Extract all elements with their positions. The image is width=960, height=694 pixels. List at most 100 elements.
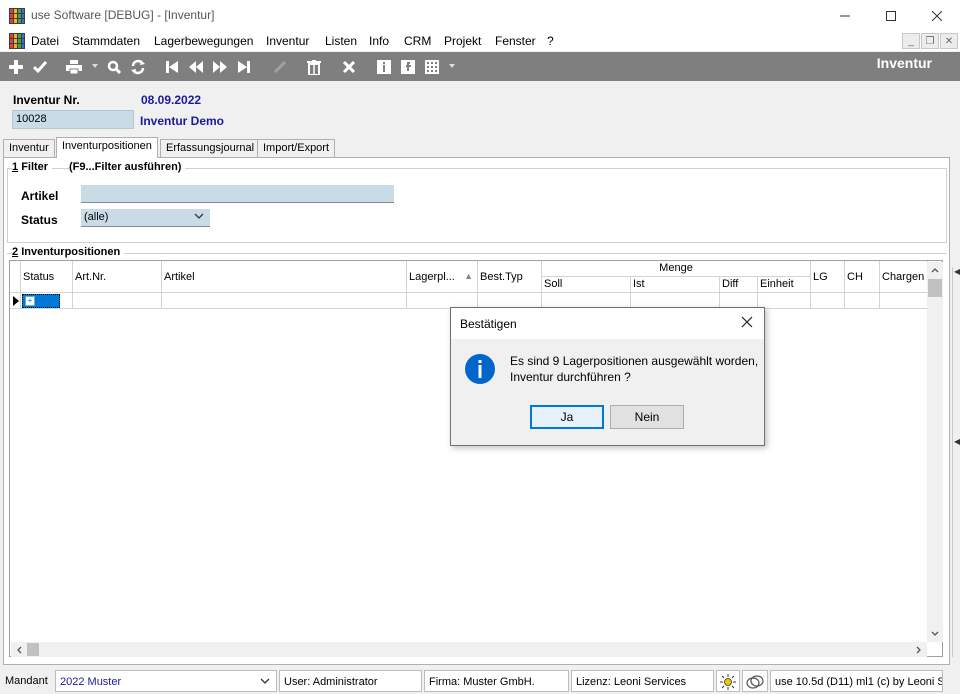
dialog-close-icon[interactable] [741,316,753,331]
menu-lagerbewegungen[interactable]: Lagerbewegungen [154,34,253,48]
column-ch[interactable]: CH [845,261,880,293]
menu-projekt[interactable]: Projekt [444,34,481,48]
cancel-icon[interactable] [339,57,359,77]
previous-record-icon[interactable] [186,57,206,77]
scroll-right-icon[interactable] [911,642,927,657]
maximize-icon[interactable] [868,0,914,31]
menu-stammdaten[interactable]: Stammdaten [72,34,140,48]
info-circle-icon [465,354,495,384]
chevron-down-icon[interactable] [260,676,270,689]
expand-icon[interactable]: + [25,296,35,306]
scroll-down-icon[interactable] [927,626,943,642]
module-title: Inventur [876,55,932,71]
no-button[interactable]: Nein [610,405,684,429]
inventur-nr-label: Inventur Nr. [13,93,80,107]
window-title: use Software [DEBUG] - [Inventur] [31,8,215,22]
column-soll[interactable]: Soll [542,277,631,293]
menu-crm[interactable]: CRM [404,34,431,48]
check-icon[interactable] [30,57,50,77]
cell-ch[interactable] [845,293,880,309]
firma-field: Firma: Muster GmbH. [424,670,569,692]
dialog-message-line1: Es sind 9 Lagerpositionen ausgewählt wor… [510,354,759,368]
column-group-menge: Menge [542,261,811,277]
column-diff[interactable]: Diff [720,277,758,293]
column-ist[interactable]: Ist [631,277,720,293]
title-bar: use Software [DEBUG] - [Inventur] [0,0,960,31]
last-record-icon[interactable] [234,57,254,77]
tab-inventurpositionen[interactable]: Inventurpositionen [56,137,158,158]
status-filter-select[interactable]: (alle) [81,209,210,227]
edit-icon[interactable] [270,57,290,77]
column-chargen[interactable]: Chargen N [880,261,928,293]
column-lg[interactable]: LG [811,261,845,293]
info-icon[interactable] [374,57,394,77]
facebook-icon[interactable] [398,57,418,77]
status-label: Status [21,213,58,227]
dialog-title-bar: Bestätigen [451,308,764,339]
column-besttyp[interactable]: Best.Typ [478,261,542,293]
minimize-icon[interactable] [822,0,868,31]
row-indicator [10,293,21,309]
positions-group-number: 2 [12,246,19,258]
chevron-down-icon[interactable] [194,211,204,224]
menu-datei[interactable]: Datei [31,34,59,48]
cell-status[interactable]: + [21,293,73,309]
mandant-select[interactable]: 2022 Muster [55,670,277,692]
column-artnr[interactable]: Art.Nr. [73,261,162,293]
mdi-minimize-icon[interactable]: _ [902,33,920,49]
artikel-label: Artikel [21,189,59,203]
print-dropdown-icon[interactable] [92,64,98,68]
artikel-filter-input[interactable] [81,185,394,203]
sun-icon[interactable] [716,670,740,692]
menu-info[interactable]: Info [369,34,389,48]
horizontal-scrollbar[interactable] [11,642,927,657]
next-record-icon[interactable] [210,57,230,77]
refresh-icon[interactable] [128,57,148,77]
first-record-icon[interactable] [162,57,182,77]
delete-icon[interactable] [304,57,324,77]
cell-artikel[interactable] [162,293,407,309]
splitter-arrow-icon[interactable]: ◀ [954,267,960,276]
app-logo-icon[interactable] [9,33,25,49]
inventur-nr-field[interactable]: 10028 [12,110,134,129]
tab-import-export[interactable]: Import/Export [257,139,336,157]
horizontal-scroll-thumb[interactable] [27,643,39,656]
cell-artnr[interactable] [73,293,162,309]
cell-chargen[interactable] [880,293,928,309]
dialog-title: Bestätigen [460,317,517,331]
right-splitter[interactable]: ◀ ◀ [952,267,960,657]
cell-einheit[interactable] [758,293,811,309]
grid-corner [10,261,21,293]
tab-inventur[interactable]: Inventur [3,139,55,157]
splitter-arrow-icon[interactable]: ◀ [954,437,960,446]
column-einheit[interactable]: Einheit [758,277,811,293]
connection-icon[interactable] [742,670,768,692]
mdi-close-icon[interactable]: ✕ [940,33,958,49]
grid-dropdown-icon[interactable] [449,64,455,68]
column-status[interactable]: Status [21,261,73,293]
vertical-scrollbar[interactable] [927,262,943,642]
filter-group-label: Filter [21,161,49,173]
menu-listen[interactable]: Listen [325,34,357,48]
mdi-restore-icon[interactable]: ❐ [921,33,939,49]
vertical-scroll-thumb[interactable] [928,279,942,297]
search-icon[interactable] [104,57,124,77]
user-field: User: Administrator [279,670,422,692]
close-icon[interactable] [914,0,960,31]
column-lagerplatz-label: Lagerpl... [409,271,455,283]
menu-help[interactable]: ? [547,34,554,48]
scroll-up-icon[interactable] [927,262,943,278]
menu-inventur[interactable]: Inventur [266,34,309,48]
tab-erfassungsjournal[interactable]: Erfassungsjournal [160,139,261,157]
cell-lg[interactable] [811,293,845,309]
print-icon[interactable] [64,57,84,77]
menu-fenster[interactable]: Fenster [495,34,536,48]
cell-status-selected[interactable]: + [22,294,60,308]
version-field: use 10.5d (D11) ml1 (c) by Leoni Service… [770,670,943,692]
add-icon[interactable] [6,57,26,77]
column-artikel[interactable]: Artikel [162,261,407,293]
scroll-left-icon[interactable] [11,642,27,657]
yes-button[interactable]: Ja [530,405,604,429]
grid-icon[interactable] [422,57,442,77]
column-lagerplatz[interactable]: Lagerpl... ▲ [407,261,478,293]
